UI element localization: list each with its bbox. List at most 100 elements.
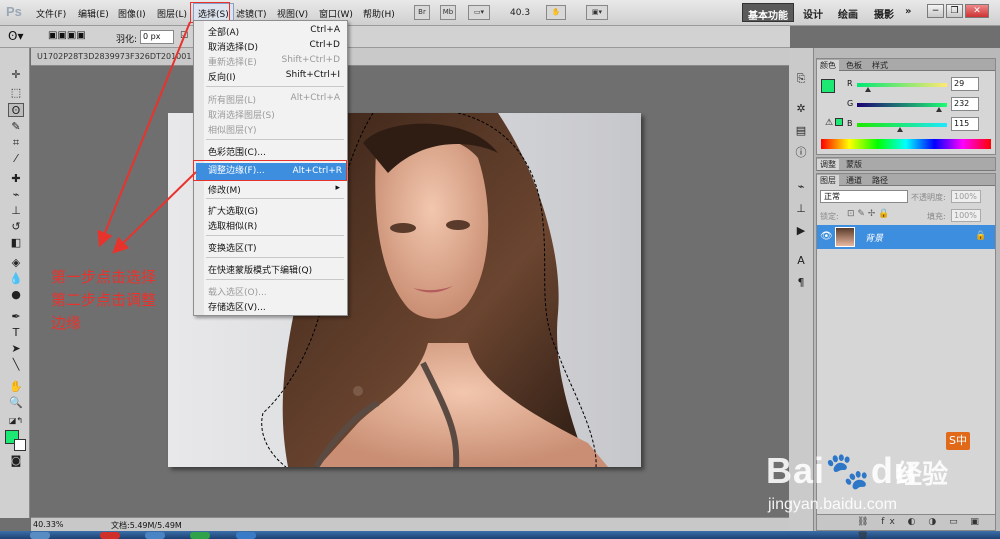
- character-panel-icon[interactable]: A: [794, 254, 808, 268]
- menu-image[interactable]: 图像(I): [118, 7, 146, 20]
- lasso-tool-icon[interactable]: ʘ: [8, 103, 24, 117]
- move-tool-icon[interactable]: ✛: [8, 68, 24, 82]
- status-doc-size[interactable]: 文档:5.49M/5.49M: [111, 520, 182, 531]
- gamut-swatch[interactable]: [835, 118, 843, 126]
- taskbar-item[interactable]: [190, 532, 210, 539]
- blend-mode-select[interactable]: 正常: [820, 190, 908, 203]
- eyedropper-icon[interactable]: ⁄: [8, 152, 24, 166]
- taskbar-item[interactable]: [30, 532, 50, 539]
- view-extras-icon[interactable]: ▭▾: [468, 5, 490, 20]
- menu-item-load-selection[interactable]: 载入选区(O)...: [208, 285, 344, 298]
- background-color-swatch[interactable]: [14, 439, 26, 451]
- green-slider-thumb[interactable]: [936, 107, 942, 112]
- menu-layer[interactable]: 图层(L): [157, 7, 187, 20]
- menu-item-grow[interactable]: 扩大选取(G): [208, 204, 344, 217]
- taskbar-item[interactable]: [145, 532, 165, 539]
- stamp-tool-icon[interactable]: ⊥: [8, 204, 24, 218]
- feather-input[interactable]: 0 px: [140, 30, 174, 44]
- screen-mode-icon[interactable]: ▣▾: [586, 5, 608, 20]
- eye-icon[interactable]: 👁: [820, 231, 833, 242]
- lock-icons[interactable]: ⊡ ✎ ✢ 🔒: [847, 209, 889, 219]
- histogram-panel-icon[interactable]: ▤: [794, 124, 808, 138]
- pen-tool-icon[interactable]: ✒: [8, 310, 24, 324]
- line-tool-icon[interactable]: ╲: [8, 358, 24, 372]
- menu-item-similar[interactable]: 选取相似(R): [208, 219, 344, 232]
- minimize-icon[interactable]: −: [927, 4, 944, 18]
- taskbar-item[interactable]: [100, 532, 120, 539]
- menu-item-quick-mask[interactable]: 在快速蒙版模式下编辑(Q): [208, 263, 344, 276]
- brush-panel-icon[interactable]: ⌁: [794, 180, 808, 194]
- layer-name[interactable]: 背景: [865, 231, 883, 244]
- path-select-icon[interactable]: ➤: [8, 342, 24, 356]
- tab-masks[interactable]: 蒙版: [843, 159, 865, 170]
- canvas-area[interactable]: 第一步点击选择 第二步点击调整 边缘: [31, 66, 789, 518]
- quick-mask-icon[interactable]: ◙: [8, 454, 24, 468]
- history-panel-icon[interactable]: ⎘: [794, 72, 808, 86]
- hand-tool-icon[interactable]: ✋: [8, 380, 24, 394]
- menu-item-transform-selection[interactable]: 变换选区(T): [208, 241, 344, 254]
- tab-color[interactable]: 颜色: [817, 60, 839, 71]
- blue-value-input[interactable]: 115: [951, 117, 979, 131]
- menu-item-color-range[interactable]: 色彩范围(C)...: [208, 145, 344, 158]
- type-tool-icon[interactable]: T: [8, 326, 24, 340]
- tab-channels[interactable]: 通道: [843, 175, 865, 186]
- zoom-level[interactable]: 40.3: [510, 8, 530, 18]
- menu-view[interactable]: 视图(V): [277, 7, 308, 20]
- dodge-tool-icon[interactable]: ●: [8, 288, 24, 302]
- tab-adjustments[interactable]: 调整: [817, 159, 839, 170]
- red-value-input[interactable]: 29: [951, 77, 979, 91]
- workspace-essentials[interactable]: 基本功能: [742, 3, 794, 22]
- default-colors-icon[interactable]: ◪↰: [8, 414, 24, 428]
- layer-row-background[interactable]: 👁 背景 🔒: [817, 225, 995, 249]
- healing-brush-icon[interactable]: ✚: [8, 172, 24, 186]
- zoom-tool-icon[interactable]: 🔍: [8, 396, 24, 410]
- workspace-photography[interactable]: 摄影: [874, 6, 894, 21]
- workspace-more[interactable]: »: [905, 6, 911, 17]
- ime-badge[interactable]: S中: [946, 432, 970, 450]
- lasso-preset-icon[interactable]: ʘ▾: [8, 29, 23, 43]
- warning-icon[interactable]: ⚠: [825, 118, 833, 128]
- menu-file[interactable]: 文件(F): [36, 7, 66, 20]
- taskbar-item[interactable]: [236, 532, 256, 539]
- anti-alias-checkbox[interactable]: ☑: [180, 31, 188, 41]
- menu-help[interactable]: 帮助(H): [363, 7, 395, 20]
- hand-icon[interactable]: ✋: [546, 5, 566, 20]
- tab-paths[interactable]: 路径: [869, 175, 891, 186]
- close-icon[interactable]: ✕: [965, 4, 989, 18]
- eraser-tool-icon[interactable]: ◧: [8, 236, 24, 250]
- menu-item-save-selection[interactable]: 存储选区(V)...: [208, 300, 344, 313]
- paint-bucket-icon[interactable]: ◈: [8, 256, 24, 270]
- menu-item-modify[interactable]: 修改(M) ▸: [208, 183, 344, 196]
- opacity-input[interactable]: 100%: [951, 190, 981, 203]
- menu-item-all-layers[interactable]: 所有图层(L) Alt+Ctrl+A: [208, 93, 344, 106]
- quick-select-icon[interactable]: ✎: [8, 120, 24, 134]
- blur-tool-icon[interactable]: 💧: [8, 272, 24, 286]
- workspace-design[interactable]: 设计: [803, 6, 823, 21]
- restore-icon[interactable]: ❐: [946, 4, 963, 18]
- menu-item-inverse[interactable]: 反向(I) Shift+Ctrl+I: [208, 70, 344, 83]
- actions-panel-icon[interactable]: ▶: [794, 224, 808, 238]
- brush-tool-icon[interactable]: ⌁: [8, 188, 24, 202]
- fill-input[interactable]: 100%: [951, 209, 981, 222]
- red-slider-thumb[interactable]: [865, 87, 871, 92]
- menu-item-deselect-layers[interactable]: 取消选择图层(S): [208, 108, 344, 121]
- crop-tool-icon[interactable]: ⌗: [8, 136, 24, 150]
- menu-edit[interactable]: 编辑(E): [78, 7, 109, 20]
- tab-swatches[interactable]: 色板: [843, 60, 865, 71]
- history-brush-icon[interactable]: ↺: [8, 220, 24, 234]
- paragraph-panel-icon[interactable]: ¶: [794, 276, 808, 290]
- status-zoom[interactable]: 40.33%: [33, 520, 64, 529]
- blue-slider-thumb[interactable]: [897, 127, 903, 132]
- green-value-input[interactable]: 232: [951, 97, 979, 111]
- marquee-tool-icon[interactable]: ⬚: [8, 86, 24, 100]
- workspace-painting[interactable]: 绘画: [838, 6, 858, 21]
- clone-source-icon[interactable]: ⊥: [794, 202, 808, 216]
- menu-item-similar-layers[interactable]: 相似图层(Y): [208, 123, 344, 136]
- mini-bridge-button[interactable]: Mb: [440, 5, 456, 20]
- menu-item-all[interactable]: 全部(A) Ctrl+A: [208, 25, 344, 38]
- menu-window[interactable]: 窗口(W): [319, 7, 353, 20]
- tab-layers[interactable]: 图层: [817, 175, 839, 186]
- menu-item-deselect[interactable]: 取消选择(D) Ctrl+D: [208, 40, 344, 53]
- navigator-panel-icon[interactable]: ✲: [794, 102, 808, 116]
- info-panel-icon[interactable]: ⓘ: [794, 146, 808, 160]
